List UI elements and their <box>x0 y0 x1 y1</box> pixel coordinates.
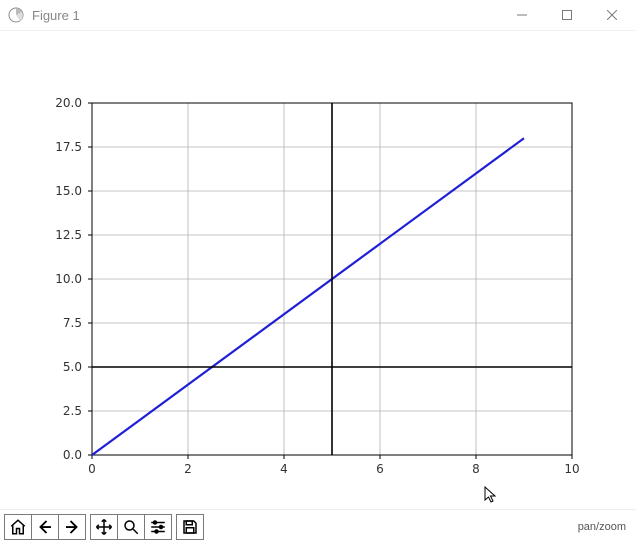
matplotlib-icon <box>8 7 24 23</box>
back-button[interactable] <box>31 515 58 539</box>
window-title: Figure 1 <box>32 8 80 23</box>
y-tick-label: 15.0 <box>55 184 82 198</box>
toolbar: pan/zoom <box>0 509 636 542</box>
configure-subplots-button[interactable] <box>144 515 171 539</box>
y-tick-label: 20.0 <box>55 96 82 110</box>
window-minimize-button[interactable] <box>499 0 544 30</box>
y-tick-label: 5.0 <box>63 360 82 374</box>
window-close-button[interactable] <box>589 0 634 30</box>
x-tick-label: 0 <box>88 462 96 476</box>
plot-svg: 0 2 4 6 8 10 0.0 2.5 5.0 7.5 10.0 12.5 1… <box>0 31 636 509</box>
x-tick-label: 2 <box>184 462 192 476</box>
y-tick-label: 0.0 <box>63 448 82 462</box>
y-tick-label: 7.5 <box>63 316 82 330</box>
zoom-button[interactable] <box>117 515 144 539</box>
home-button[interactable] <box>5 515 31 539</box>
y-tick-label: 17.5 <box>55 140 82 154</box>
y-tick-label: 12.5 <box>55 228 82 242</box>
window-titlebar: Figure 1 <box>0 0 636 31</box>
toolbar-status: pan/zoom <box>578 521 630 533</box>
y-tick-label: 10.0 <box>55 272 82 286</box>
x-tick-label: 6 <box>376 462 384 476</box>
x-tick-label: 10 <box>564 462 579 476</box>
x-tick-label: 8 <box>472 462 480 476</box>
y-tick-label: 2.5 <box>63 404 82 418</box>
x-tick-label: 4 <box>280 462 288 476</box>
window-maximize-button[interactable] <box>544 0 589 30</box>
x-ticks: 0 2 4 6 8 10 <box>88 455 579 476</box>
save-button[interactable] <box>177 515 203 539</box>
forward-button[interactable] <box>58 515 85 539</box>
series-line-blue <box>92 138 524 455</box>
figure-canvas[interactable]: 0 2 4 6 8 10 0.0 2.5 5.0 7.5 10.0 12.5 1… <box>0 31 636 509</box>
y-ticks: 0.0 2.5 5.0 7.5 10.0 12.5 15.0 17.5 20.0 <box>55 96 92 462</box>
pan-button[interactable] <box>91 515 117 539</box>
